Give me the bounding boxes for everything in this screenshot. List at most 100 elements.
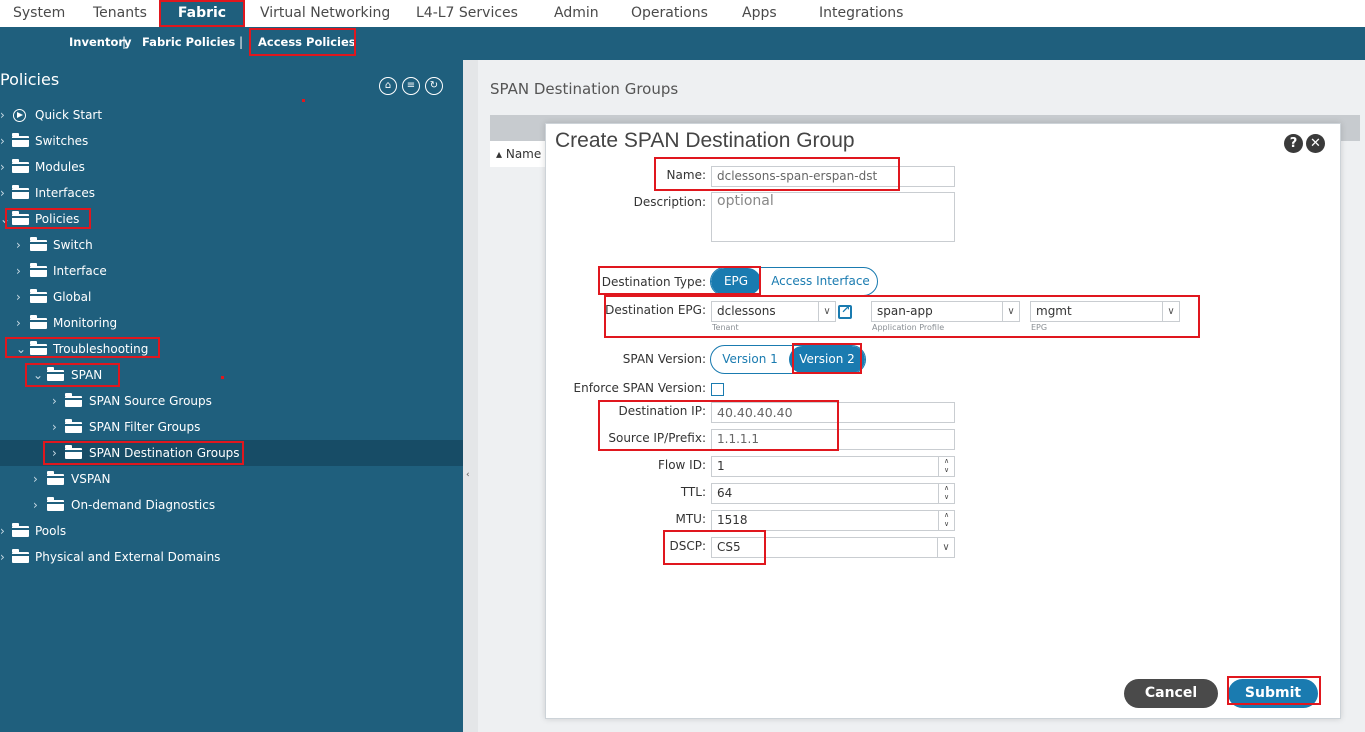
tree-item-switches[interactable]: › Switches — [0, 128, 463, 154]
tree-item-monitoring[interactable]: › Monitoring — [0, 310, 463, 336]
tree-item-physical-external-domains[interactable]: › Physical and External Domains — [0, 544, 463, 570]
folder-icon — [30, 315, 47, 329]
top-nav: System Tenants Fabric Virtual Networking… — [0, 0, 1365, 27]
chevron-right-icon[interactable]: › — [0, 180, 5, 206]
tree-item-span-destination-groups[interactable]: › SPAN Destination Groups — [0, 440, 463, 466]
tree-item-span-source-groups[interactable]: › SPAN Source Groups — [0, 388, 463, 414]
destination-type-access-interface[interactable]: Access Interface — [763, 268, 877, 295]
chevron-right-icon[interactable]: › — [0, 128, 5, 154]
tree-item-modules[interactable]: › Modules — [0, 154, 463, 180]
destination-ip-input[interactable]: 40.40.40.40 — [711, 402, 955, 423]
cancel-button[interactable]: Cancel — [1124, 679, 1218, 708]
flow-id-stepper[interactable]: 1 ∧ ∨ — [711, 456, 955, 477]
tab-operations[interactable]: Operations — [631, 0, 708, 27]
chevron-down-icon[interactable]: ∨ — [1002, 302, 1019, 321]
subtab-access-policies[interactable]: Access Policies — [258, 27, 356, 58]
tree-item-switch[interactable]: › Switch — [0, 232, 463, 258]
chevron-down-icon[interactable]: ∨ — [937, 538, 954, 557]
epg-select[interactable]: mgmt ∨ — [1030, 301, 1180, 322]
tree-item-global[interactable]: › Global — [0, 284, 463, 310]
collapse-all-icon[interactable]: ≡ — [402, 77, 420, 95]
chevron-down-icon[interactable]: ⌄ — [33, 362, 43, 388]
application-profile-value: span-app — [877, 304, 933, 318]
chevron-right-icon[interactable]: › — [16, 310, 21, 336]
ttl-stepper[interactable]: 64 ∧ ∨ — [711, 483, 955, 504]
tab-l4-l7-services[interactable]: L4-L7 Services — [416, 0, 518, 27]
tree-item-label: SPAN Destination Groups — [89, 446, 240, 460]
tenant-select[interactable]: dclessons ∨ — [711, 301, 836, 322]
tab-tenants[interactable]: Tenants — [93, 0, 147, 27]
folder-icon — [47, 367, 64, 381]
span-version-1[interactable]: Version 1 — [711, 346, 789, 373]
tree-item-vspan[interactable]: › VSPAN — [0, 466, 463, 492]
refresh-icon[interactable]: ↻ — [425, 77, 443, 95]
folder-icon — [65, 419, 82, 433]
sidebar-resize-handle[interactable]: ‹ — [463, 60, 478, 732]
subtab-fabric-policies[interactable]: Fabric Policies — [142, 27, 235, 58]
folder-icon — [47, 471, 64, 485]
tree-item-label: Interface — [53, 264, 107, 278]
stepper-arrows-icon[interactable]: ∧ ∨ — [938, 457, 954, 476]
tab-apps[interactable]: Apps — [742, 0, 777, 27]
destination-ip-label: Destination IP: — [618, 404, 707, 418]
chevron-right-icon[interactable]: › — [16, 284, 21, 310]
chevron-down-icon[interactable]: ⌄ — [16, 336, 26, 362]
close-icon[interactable]: ✕ — [1306, 134, 1325, 153]
chevron-right-icon[interactable]: › — [0, 518, 5, 544]
chevron-down-icon[interactable]: ∨ — [1162, 302, 1179, 321]
dialog-title: Create SPAN Destination Group — [555, 129, 855, 152]
chevron-right-icon[interactable]: › — [52, 388, 57, 414]
tree-item-span[interactable]: ⌄ SPAN — [0, 362, 463, 388]
stepper-arrows-icon[interactable]: ∧ ∨ — [938, 484, 954, 503]
tab-virtual-networking[interactable]: Virtual Networking — [260, 0, 390, 27]
open-link-icon[interactable] — [838, 303, 852, 319]
span-version-2[interactable]: Version 2 — [789, 346, 865, 373]
tab-integrations[interactable]: Integrations — [819, 0, 903, 27]
enforce-span-version-checkbox[interactable] — [711, 383, 724, 396]
ttl-label: TTL: — [680, 485, 706, 499]
name-input[interactable]: dclessons-span-erspan-dst — [711, 166, 955, 187]
span-version-toggle: Version 1 Version 2 — [710, 345, 866, 374]
description-input[interactable]: optional — [711, 192, 955, 242]
help-icon[interactable]: ? — [1284, 134, 1303, 153]
folder-icon — [65, 393, 82, 407]
source-ip-input[interactable]: 1.1.1.1 — [711, 429, 955, 450]
folder-icon — [30, 237, 47, 251]
tab-admin[interactable]: Admin — [554, 0, 599, 27]
chevron-right-icon[interactable]: › — [16, 232, 21, 258]
tree-item-interface[interactable]: › Interface — [0, 258, 463, 284]
tree-item-span-filter-groups[interactable]: › SPAN Filter Groups — [0, 414, 463, 440]
tree-item-interfaces[interactable]: › Interfaces — [0, 180, 463, 206]
epg-value: mgmt — [1036, 304, 1072, 318]
tab-fabric[interactable]: Fabric — [160, 0, 244, 27]
tree-item-pools[interactable]: › Pools — [0, 518, 463, 544]
chevron-right-icon[interactable]: › — [0, 544, 5, 570]
tab-system[interactable]: System — [13, 0, 65, 27]
submit-button[interactable]: Submit — [1228, 679, 1318, 708]
tree-item-on-demand-diagnostics[interactable]: › On-demand Diagnostics — [0, 492, 463, 518]
dscp-select[interactable]: CS5 ∨ — [711, 537, 955, 558]
folder-icon — [30, 263, 47, 277]
chevron-right-icon[interactable]: › — [16, 258, 21, 284]
chevron-right-icon[interactable]: › — [52, 440, 57, 466]
chevron-down-icon[interactable]: ∨ — [818, 302, 835, 321]
name-label: Name: — [666, 168, 706, 182]
tree-item-policies[interactable]: ⌄ Policies — [0, 206, 463, 232]
chevron-right-icon[interactable]: › — [52, 414, 57, 440]
folder-icon — [30, 341, 47, 355]
chevron-right-icon[interactable]: › — [0, 102, 5, 128]
stepper-arrows-icon[interactable]: ∧ ∨ — [938, 511, 954, 530]
chevron-right-icon[interactable]: › — [33, 466, 38, 492]
tree-item-troubleshooting[interactable]: ⌄ Troubleshooting — [0, 336, 463, 362]
mtu-stepper[interactable]: 1518 ∧ ∨ — [711, 510, 955, 531]
dscp-label: DSCP: — [669, 539, 706, 553]
column-header-name[interactable]: ▴ Name — [490, 141, 550, 167]
chevron-right-icon[interactable]: › — [0, 154, 5, 180]
collapse-arrow-icon[interactable]: ‹ — [466, 470, 470, 480]
chevron-right-icon[interactable]: › — [33, 492, 38, 518]
application-profile-select[interactable]: span-app ∨ — [871, 301, 1020, 322]
destination-type-epg[interactable]: EPG — [711, 268, 761, 295]
chevron-down-icon[interactable]: ⌄ — [0, 206, 10, 232]
dashboard-icon[interactable]: ⌂ — [379, 77, 397, 95]
tree-item-quick-start[interactable]: › Quick Start — [0, 102, 463, 128]
